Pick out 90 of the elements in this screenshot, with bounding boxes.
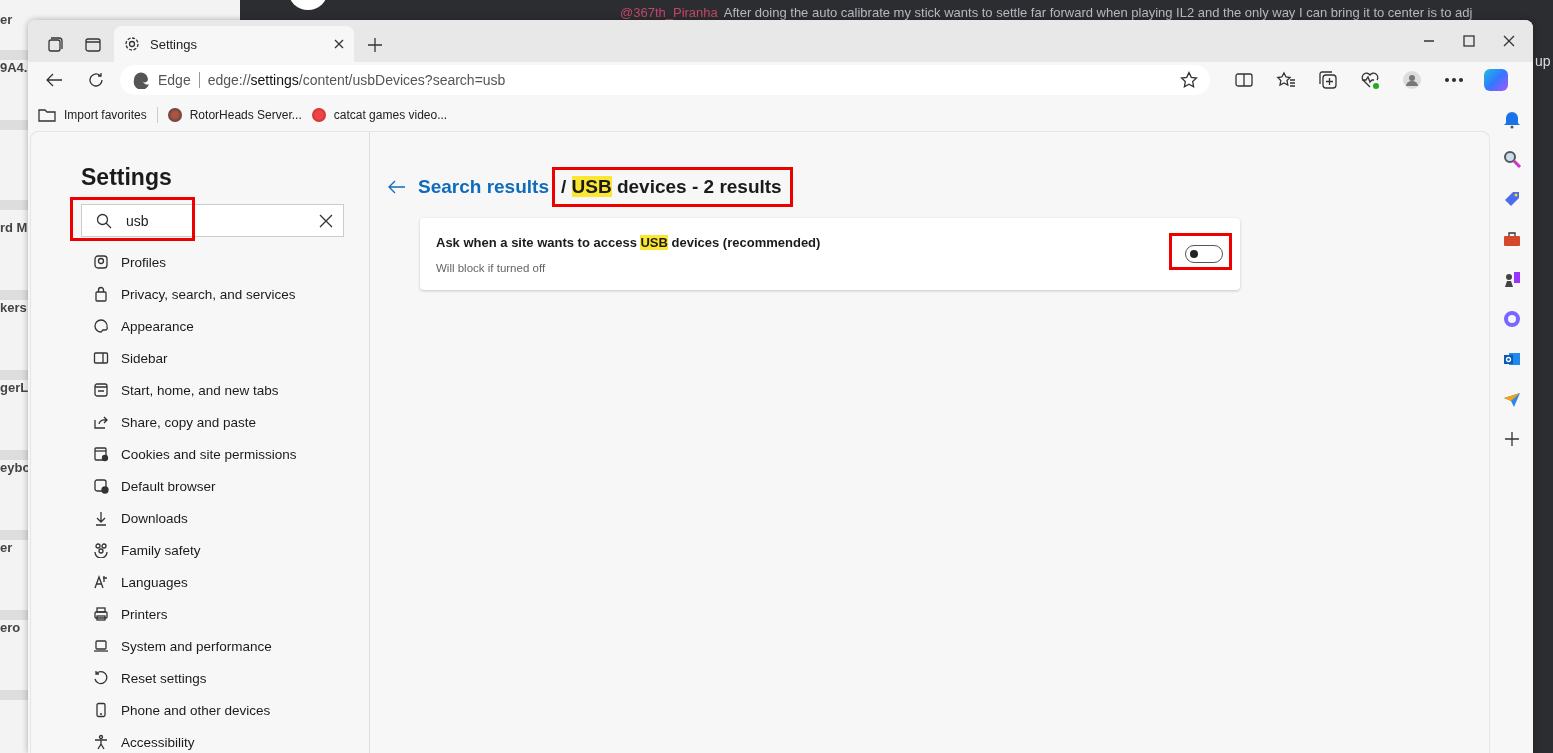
chat-message: After doing the auto calibrate my stick wants to settle far forward when playing IL2 and the only way I can bring it to center is to adj	[723, 5, 1473, 20]
reset-icon	[93, 670, 109, 686]
search-field[interactable]: usb	[81, 204, 344, 237]
site-icon	[311, 107, 326, 122]
settings-nav-item[interactable]: Appearance	[93, 310, 369, 342]
list-separator	[0, 450, 30, 460]
settings-nav-item[interactable]: Accessibility	[93, 726, 369, 753]
toolbox-icon[interactable]	[1501, 229, 1522, 249]
favorites-icon[interactable]	[1276, 71, 1296, 89]
list-separator	[0, 120, 30, 130]
address-bar[interactable]: Edge edge://settings/content/usbDevices?search=usb	[120, 65, 1210, 95]
settings-nav-item[interactable]: Sidebar	[93, 342, 369, 374]
search-results-link[interactable]: Search results	[418, 176, 549, 198]
printer-icon	[93, 606, 109, 622]
page-heading: / USB devices - 2 results	[560, 176, 782, 198]
maximize-icon[interactable]	[1463, 35, 1475, 47]
cookie-settings-icon	[93, 446, 109, 462]
new-tab-icon[interactable]	[367, 37, 383, 53]
background-window-text: er	[0, 540, 13, 555]
background-text: up	[1535, 53, 1551, 69]
background-window-text: kers	[0, 300, 27, 315]
background-window-text: gerL	[0, 380, 29, 395]
clear-icon[interactable]	[319, 213, 333, 228]
settings-nav-item[interactable]: Phone and other devices	[93, 694, 369, 726]
settings-nav-item[interactable]: Reset settings	[93, 662, 369, 694]
settings-nav-item[interactable]: Profiles	[93, 246, 369, 278]
setting-title: Ask when a site wants to access USB devices (recommended)	[436, 234, 822, 250]
background-window-text: 9A4.	[0, 60, 28, 75]
settings-nav-item[interactable]: Start, home, and new tabs	[93, 374, 369, 406]
download-icon	[93, 510, 109, 526]
tab-groups-icon[interactable]	[46, 36, 64, 54]
list-separator	[0, 370, 30, 380]
browser-tab[interactable]: Settings	[114, 26, 354, 62]
refresh-icon[interactable]	[87, 71, 105, 89]
folder-icon	[38, 106, 56, 123]
settings-nav-item[interactable]: Default browser	[93, 470, 369, 502]
background-window-text: er	[0, 12, 13, 27]
list-separator	[0, 690, 30, 700]
settings-title: Settings	[81, 164, 173, 191]
site-icon	[167, 107, 182, 122]
sidebar-icon	[93, 350, 109, 366]
back-icon[interactable]	[45, 72, 63, 88]
lock-icon	[93, 286, 109, 302]
profile-icon	[93, 254, 109, 270]
home-tabs-icon	[93, 382, 109, 398]
accessibility-icon	[93, 734, 109, 750]
url-text: edge://settings/content/usbDevices?search=usb	[207, 72, 507, 88]
more-icon[interactable]	[1444, 77, 1464, 83]
search-icon	[96, 212, 112, 229]
background-window-text: ero	[0, 620, 21, 635]
laptop-icon	[93, 638, 109, 654]
settings-nav-item[interactable]: Downloads	[93, 502, 369, 534]
site-label: Edge	[158, 72, 191, 88]
settings-nav-item[interactable]: Family safety	[93, 534, 369, 566]
profile-icon[interactable]	[1402, 70, 1422, 90]
toggle-switch[interactable]	[1185, 245, 1223, 263]
browser-check-icon	[93, 478, 109, 494]
chat-author: @367th_Piranha	[620, 5, 718, 20]
vertical-tabs-icon[interactable]	[84, 36, 102, 54]
palette-icon	[93, 318, 109, 334]
family-icon	[93, 542, 109, 558]
close-tab-icon	[334, 39, 344, 49]
list-separator	[0, 530, 30, 540]
list-separator	[0, 200, 30, 210]
background-window-text: rd M	[0, 220, 28, 235]
split-screen-icon[interactable]	[1235, 72, 1253, 88]
share-icon	[93, 414, 109, 430]
gear-icon	[124, 36, 140, 52]
collections-icon[interactable]	[1318, 70, 1338, 90]
settings-nav-item[interactable]: Privacy, search, and services	[93, 278, 369, 310]
close-icon[interactable]	[1503, 35, 1515, 47]
favorite-link[interactable]: catcat games video...	[311, 107, 448, 122]
settings-nav-item[interactable]: Cookies and site permissions	[93, 438, 369, 470]
settings-nav-item[interactable]: Share, copy and paste	[93, 406, 369, 438]
phone-icon	[93, 702, 109, 718]
language-icon	[93, 574, 109, 590]
favorite-link[interactable]: Import favorites	[38, 106, 147, 123]
back-arrow-icon[interactable]	[388, 180, 406, 194]
settings-nav-item[interactable]: Languages	[93, 566, 369, 598]
list-separator	[0, 290, 30, 300]
settings-nav-item[interactable]: System and performance	[93, 630, 369, 662]
setting-description: Will block if turned off	[436, 261, 547, 274]
ring-logo-icon[interactable]	[1501, 309, 1522, 329]
list-separator	[0, 610, 30, 620]
favorite-star-icon[interactable]	[1180, 71, 1198, 89]
settings-nav-item[interactable]: Printers	[93, 598, 369, 630]
search-icon[interactable]	[1501, 149, 1522, 169]
close-icon[interactable]	[334, 39, 344, 49]
favorite-link[interactable]: RotorHeads Server...	[167, 107, 302, 122]
health-icon[interactable]	[1360, 70, 1380, 90]
